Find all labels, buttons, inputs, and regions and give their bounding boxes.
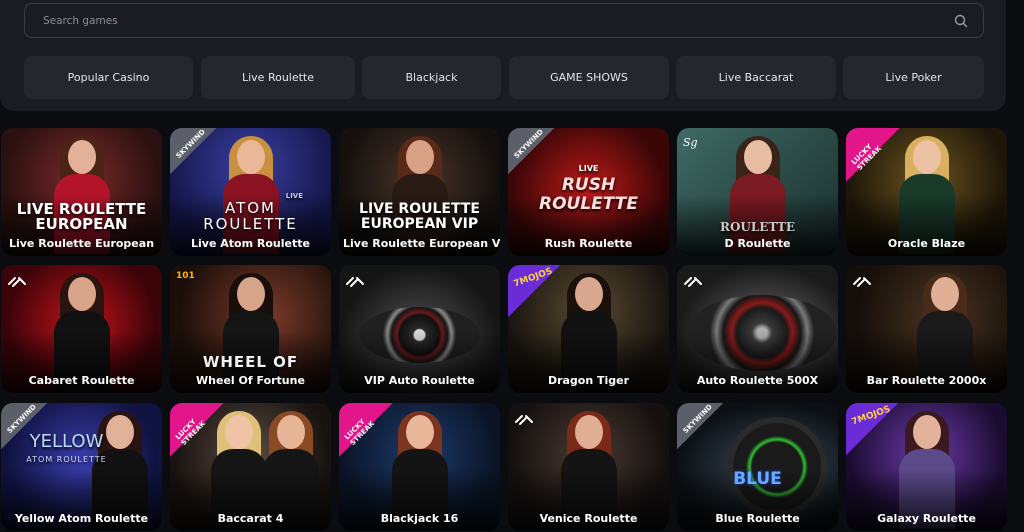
game-title: Cabaret Roulette xyxy=(28,374,135,387)
provider-badge: LUCKY STREAK xyxy=(846,128,900,182)
game-tile[interactable]: LIVE ROULETTE EUROPEAN Live Roulette Eur… xyxy=(1,128,162,256)
provider-logo: Sg xyxy=(681,132,709,160)
game-logo-text: RUSH ROULETTE xyxy=(539,175,638,214)
provider-badge: LUCKY STREAK xyxy=(170,403,224,457)
game-title: Baccarat 4 xyxy=(217,512,284,525)
game-title: Venice Roulette xyxy=(539,512,638,525)
provider-badge: SKYWIND xyxy=(170,128,216,174)
tab-popular-casino[interactable]: Popular Casino xyxy=(24,56,193,99)
svg-text:Sg: Sg xyxy=(683,136,698,149)
game-tile[interactable]: 101 WHEEL OF Wheel Of Fortune xyxy=(170,265,331,393)
game-tile[interactable]: Cabaret Roulette xyxy=(1,265,162,393)
game-tile[interactable]: LUCKY STREAK Baccarat 4 xyxy=(170,403,331,531)
game-title: Dragon Tiger xyxy=(547,374,630,387)
game-logo-text: YELLOW xyxy=(29,431,104,452)
game-tile[interactable]: SKYWIND YELLOW ATOM ROULETTE Yellow Atom… xyxy=(1,403,162,531)
provider-badge: 7MOJOS xyxy=(846,403,898,455)
game-tile[interactable]: 7MOJOS Galaxy Roulette xyxy=(846,403,1007,531)
game-tile[interactable]: Venice Roulette xyxy=(508,403,669,531)
game-title: Live Roulette European VIP xyxy=(343,237,500,250)
game-tile[interactable]: Bar Roulette 2000x xyxy=(846,265,1007,393)
game-tile[interactable]: Sg ROULETTE D Roulette xyxy=(677,128,838,256)
game-title: Blue Roulette xyxy=(715,512,800,525)
game-title: Galaxy Roulette xyxy=(877,512,976,525)
game-grid: LIVE ROULETTE EUROPEAN Live Roulette Eur… xyxy=(0,128,1024,532)
provider-logo-icon xyxy=(683,273,703,292)
provider-badge: 7MOJOS xyxy=(508,265,560,317)
provider-badge: 101 xyxy=(176,271,195,281)
game-title: Oracle Blaze xyxy=(887,237,966,250)
provider-logo-icon xyxy=(852,273,872,292)
game-title: Auto Roulette 500X xyxy=(696,374,819,387)
game-logo-text: LIVE ROULETTE EUROPEAN xyxy=(16,200,147,233)
search-input[interactable] xyxy=(43,14,953,27)
game-title: Live Roulette European xyxy=(8,237,155,250)
game-title: Blackjack 16 xyxy=(380,512,459,525)
search-icon[interactable] xyxy=(953,13,969,29)
tab-live-baccarat[interactable]: Live Baccarat xyxy=(676,56,836,99)
search-bar[interactable] xyxy=(24,3,984,38)
game-tile[interactable]: Auto Roulette 500X xyxy=(677,265,838,393)
provider-badge: SKYWIND xyxy=(677,403,723,449)
game-title: VIP Auto Roulette xyxy=(364,374,475,387)
game-tile[interactable]: SKYWIND LIVE ATOM ROULETTE Live Atom Rou… xyxy=(170,128,331,256)
game-title: Yellow Atom Roulette xyxy=(14,512,149,525)
game-logo-text: ATOM ROULETTE xyxy=(203,199,298,233)
search-panel: Popular Casino Live Roulette Blackjack G… xyxy=(0,0,1006,111)
game-title: Bar Roulette 2000x xyxy=(866,374,987,387)
game-tile[interactable]: 7MOJOS Dragon Tiger xyxy=(508,265,669,393)
game-tile[interactable]: LUCKY STREAK Oracle Blaze xyxy=(846,128,1007,256)
game-logo-text: BLUE xyxy=(733,469,782,489)
game-logo-text: WHEEL OF xyxy=(202,353,299,371)
game-title: Live Atom Roulette xyxy=(191,237,310,250)
provider-badge: LUCKY STREAK xyxy=(339,403,393,457)
game-tile[interactable]: SKYWIND BLUE Blue Roulette xyxy=(677,403,838,531)
game-title: D Roulette xyxy=(724,237,791,250)
game-title: Wheel Of Fortune xyxy=(196,374,305,387)
tab-game-shows[interactable]: GAME SHOWS xyxy=(509,56,669,99)
provider-logo-icon xyxy=(514,411,534,430)
game-logo-text: ROULETTE xyxy=(719,220,796,234)
game-tile[interactable]: SKYWIND LIVE RUSH ROULETTE Rush Roulette xyxy=(508,128,669,256)
tab-live-roulette[interactable]: Live Roulette xyxy=(201,56,355,99)
provider-logo-icon xyxy=(7,273,27,292)
game-logo-text: LIVE ROULETTE EUROPEAN VIP xyxy=(359,201,480,232)
game-tile[interactable]: LUCKY STREAK Blackjack 16 xyxy=(339,403,500,531)
game-logo-small: LIVE xyxy=(578,164,599,173)
game-title: Rush Roulette xyxy=(544,237,633,250)
tab-blackjack[interactable]: Blackjack xyxy=(362,56,501,99)
game-logo-subtext: ATOM ROULETTE xyxy=(26,455,107,464)
provider-logo-icon xyxy=(345,273,365,292)
game-tile[interactable]: VIP Auto Roulette xyxy=(339,265,500,393)
tab-live-poker[interactable]: Live Poker xyxy=(843,56,984,99)
game-tile[interactable]: LIVE ROULETTE EUROPEAN VIP Live Roulette… xyxy=(339,128,500,256)
